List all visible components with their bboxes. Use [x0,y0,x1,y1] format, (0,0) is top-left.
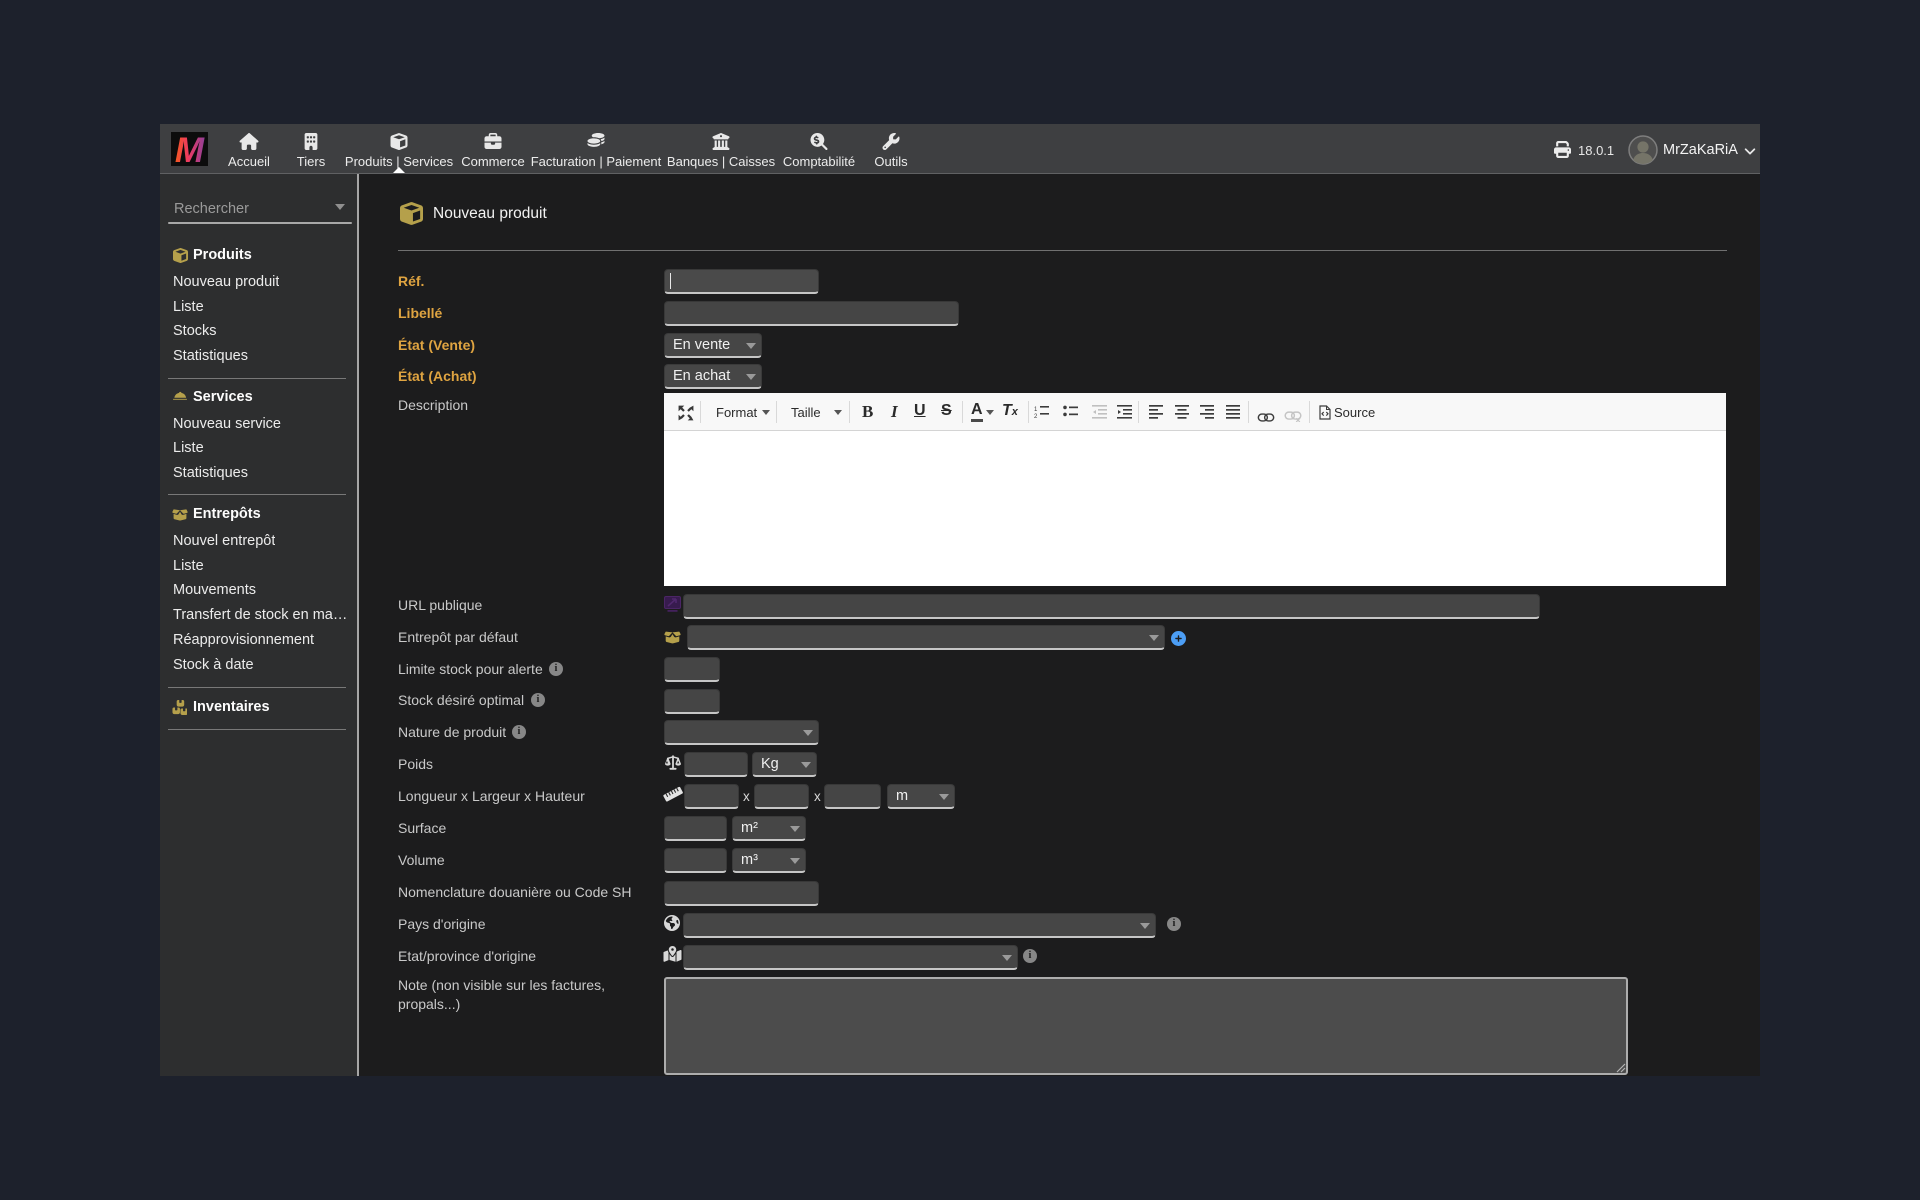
svg-text:2: 2 [1034,414,1038,419]
svg-text:1: 1 [1034,407,1038,413]
